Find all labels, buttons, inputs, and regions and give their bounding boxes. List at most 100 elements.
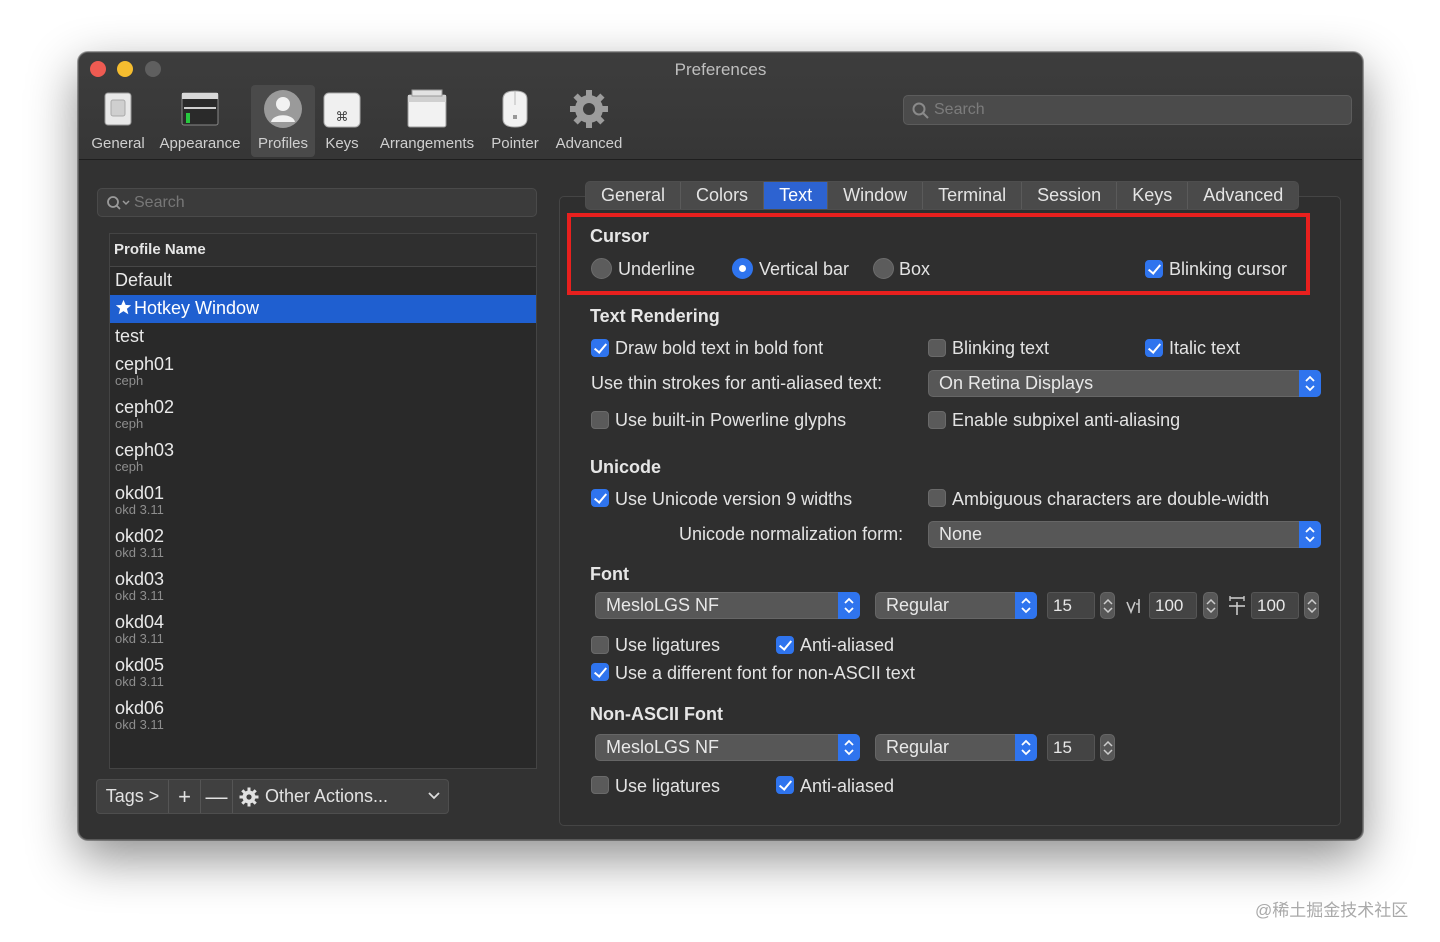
italic-text-checkbox[interactable] [1145,339,1163,357]
horizontal-spacing-input[interactable]: 100 [1251,592,1299,619]
font-family-select[interactable]: MesloLGS NF [595,592,860,619]
select-arrows-icon [838,734,860,761]
profile-list: Profile Name Default Hotkey Window test … [109,233,537,769]
toolbar-label: Arrangements [379,135,475,152]
toolbar-profiles[interactable]: Profiles [251,85,315,157]
watermark: @稀土掘金技术社区 [1255,901,1409,920]
add-profile-button[interactable]: + [169,780,201,813]
profile-row[interactable]: okd05 okd 3.11 [110,652,536,695]
ambiguous-width-label: Ambiguous characters are double-width [952,489,1270,509]
profile-row[interactable]: ceph03 ceph [110,437,536,480]
font-style-select[interactable]: Regular [875,592,1037,619]
toolbar-appearance[interactable]: Appearance [155,85,245,157]
subpixel-checkbox[interactable] [928,411,946,429]
toolbar-label: Keys [325,135,359,152]
font-style-value: Regular [886,595,950,615]
unicode-v9-checkbox[interactable] [591,489,609,507]
anti-aliased-checkbox[interactable] [776,636,794,654]
italic-text-label: Italic text [1169,338,1241,358]
other-actions-menu[interactable]: Other Actions... [233,780,448,813]
blinking-text-checkbox[interactable] [928,339,946,357]
keys-pane-icon: ⌘ [323,92,361,128]
thin-strokes-label: Use thin strokes for anti-aliased text: [591,373,883,393]
font-size-input[interactable]: 15 [1047,592,1095,619]
non-ascii-font-size-stepper[interactable] [1100,734,1115,761]
tab-terminal[interactable]: Terminal [923,182,1023,209]
toolbar-general[interactable]: General [87,85,149,157]
toolbar-label: Appearance [159,135,241,152]
normalization-select[interactable]: None [928,521,1321,548]
profile-search-input[interactable] [134,192,524,214]
profile-row[interactable]: okd02 okd 3.11 [110,523,536,566]
search-options-icon[interactable] [106,195,130,212]
profile-row[interactable]: okd01 okd 3.11 [110,480,536,523]
gear-icon [239,787,259,806]
profile-tag: okd 3.11 [115,502,164,517]
bold-font-checkbox[interactable] [591,339,609,357]
subpixel-label: Enable subpixel anti-aliasing [952,410,1181,430]
tab-text[interactable]: Text [764,182,829,209]
profile-row[interactable]: okd06 okd 3.11 [110,695,536,738]
font-size-stepper[interactable] [1100,592,1115,619]
vertical-spacing-icon [1126,599,1140,615]
toolbar-label: General [91,135,145,152]
search-icon [912,102,929,119]
horizontal-spacing-icon [1229,596,1245,615]
bold-font-label: Draw bold text in bold font [615,338,824,358]
profile-row[interactable]: test [110,323,536,351]
tab-session[interactable]: Session [1022,182,1118,209]
non-ascii-font-style-select[interactable]: Regular [875,734,1037,761]
tab-colors[interactable]: Colors [681,182,765,209]
toolbar-label: Profiles [257,135,309,152]
profile-name-column-header[interactable]: Profile Name [110,234,536,267]
tab-general[interactable]: General [586,182,682,209]
profile-name: test [115,326,145,346]
profile-row[interactable]: Default [110,267,536,295]
profile-tag: okd 3.11 [115,631,164,646]
tab-window[interactable]: Window [828,182,924,209]
profile-row[interactable]: okd03 okd 3.11 [110,566,536,609]
toolbar-advanced[interactable]: Advanced [551,85,627,157]
thin-strokes-select[interactable]: On Retina Displays [928,370,1321,397]
font-section-title: Font [590,564,629,584]
cursor-highlight-box [567,213,1310,295]
profile-row[interactable]: ceph01 ceph [110,351,536,394]
pointer-pane-icon [502,90,528,128]
preferences-search [903,95,1352,125]
arrangements-pane-icon [407,89,447,128]
blinking-text-label: Blinking text [952,338,1050,358]
remove-profile-button[interactable]: — [201,780,233,813]
toolbar-keys[interactable]: ⌘ Keys [319,85,365,157]
ligatures-checkbox[interactable] [591,636,609,654]
toolbar-label: Advanced [555,135,623,152]
tab-advanced[interactable]: Advanced [1188,182,1298,209]
non-ascii-font-checkbox[interactable] [591,663,609,681]
window-title: Preferences [674,60,767,79]
powerline-checkbox[interactable] [591,411,609,429]
non-ascii-anti-aliased-checkbox[interactable] [776,776,794,794]
tab-keys[interactable]: Keys [1117,182,1189,209]
unicode-v9-label: Use Unicode version 9 widths [615,489,853,509]
toolbar-label: Pointer [491,135,539,152]
profile-tag: ceph [115,373,144,388]
tags-button[interactable]: Tags > [97,780,169,813]
ambiguous-width-checkbox[interactable] [928,489,946,507]
toolbar-pointer[interactable]: Pointer [485,85,545,157]
font-family-value: MesloLGS NF [606,595,720,615]
other-actions-label: Other Actions... [265,786,389,806]
profile-row[interactable]: ceph02 ceph [110,394,536,437]
horizontal-spacing-stepper[interactable] [1304,592,1319,619]
toolbar-arrangements[interactable]: Arrangements [375,85,479,157]
non-ascii-anti-aliased-label: Anti-aliased [800,776,895,796]
vertical-spacing-input[interactable]: 100 [1149,592,1197,619]
preferences-search-input[interactable] [934,99,1334,121]
non-ascii-font-size-input[interactable]: 15 [1047,734,1095,761]
non-ascii-ligatures-checkbox[interactable] [591,776,609,794]
profile-row[interactable]: okd04 okd 3.11 [110,609,536,652]
unicode-section-title: Unicode [590,457,662,477]
non-ascii-font-family-select[interactable]: MesloLGS NF [595,734,860,761]
vertical-spacing-stepper[interactable] [1203,592,1218,619]
general-pane-icon [104,92,132,126]
profile-row-selected[interactable]: Hotkey Window [110,295,536,323]
non-ascii-ligatures-label: Use ligatures [615,776,721,796]
